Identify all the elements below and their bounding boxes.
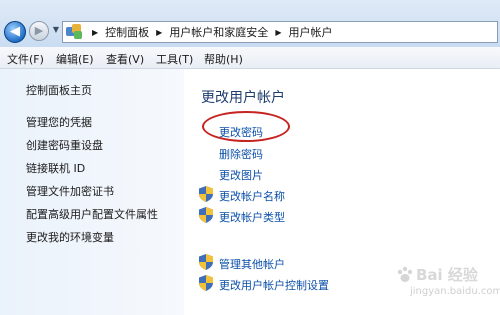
menu-edit[interactable]: 编辑(E) (56, 51, 94, 67)
change-account-type-link[interactable]: 更改帐户类型 (219, 209, 285, 225)
uac-shield-icon (199, 275, 213, 291)
page-title: 更改用户帐户 (201, 90, 285, 106)
change-password-link[interactable]: 更改密码 (219, 124, 263, 140)
menu-file[interactable]: 文件(F) (7, 51, 44, 67)
uac-shield-icon (199, 186, 213, 202)
address-box[interactable]: ▶ 控制面板 ▶ 用户帐户和家庭安全 ▶ 用户帐户 (62, 21, 498, 43)
sidebar-item-link-online-id[interactable]: 链接联机 ID (26, 160, 85, 176)
recent-pages-dropdown[interactable]: ▼ (51, 23, 61, 37)
uac-shield-icon (199, 207, 213, 223)
back-button[interactable]: ◀ (4, 21, 26, 43)
breadcrumb-control-panel[interactable]: 控制面板 (105, 24, 149, 40)
menu-view[interactable]: 查看(V) (106, 51, 144, 67)
sidebar-item-create-reset-disk[interactable]: 创建密码重设盘 (26, 137, 103, 153)
menu-bar: 文件(F) 编辑(E) 查看(V) 工具(T) 帮助(H) (0, 47, 500, 69)
breadcrumb-chevron-icon[interactable]: ▶ (275, 28, 281, 37)
watermark-logo: Bai 经验 (416, 266, 478, 284)
breadcrumb-chevron-icon[interactable]: ▶ (92, 28, 98, 37)
breadcrumb-chevron-icon[interactable]: ▶ (156, 28, 162, 37)
change-account-name-link[interactable]: 更改帐户名称 (219, 188, 285, 204)
watermark-url: jingyan.baidu.com (410, 286, 500, 297)
breadcrumb-user-accounts[interactable]: 用户帐户 (288, 24, 332, 40)
paw-icon (397, 266, 413, 282)
menu-help[interactable]: 帮助(H) (204, 51, 243, 67)
sidebar-item-control-panel-home[interactable]: 控制面板主页 (26, 82, 92, 98)
remove-password-link[interactable]: 删除密码 (219, 146, 263, 162)
breadcrumb-user-accounts-family[interactable]: 用户帐户和家庭安全 (169, 24, 268, 40)
sidebar-item-advanced-profile[interactable]: 配置高级用户配置文件属性 (26, 206, 158, 222)
sidebar-item-manage-credentials[interactable]: 管理您的凭据 (26, 114, 92, 130)
sidebar-item-environment-variables[interactable]: 更改我的环境变量 (26, 229, 114, 245)
address-bar-area: ◀ ▶ ▼ ▶ 控制面板 ▶ 用户帐户和家庭安全 ▶ 用户帐户 (0, 0, 500, 47)
control-panel-icon (66, 24, 84, 40)
uac-settings-link[interactable]: 更改用户帐户控制设置 (219, 277, 329, 293)
forward-button[interactable]: ▶ (29, 21, 49, 41)
watermark: Bai 经验 jingyan.baidu.com (386, 264, 500, 308)
menu-tools[interactable]: 工具(T) (156, 51, 193, 67)
uac-shield-icon (199, 254, 213, 270)
change-picture-link[interactable]: 更改图片 (219, 167, 263, 183)
manage-other-accounts-link[interactable]: 管理其他帐户 (219, 256, 285, 272)
sidebar-item-manage-encryption-certs[interactable]: 管理文件加密证书 (26, 183, 114, 199)
